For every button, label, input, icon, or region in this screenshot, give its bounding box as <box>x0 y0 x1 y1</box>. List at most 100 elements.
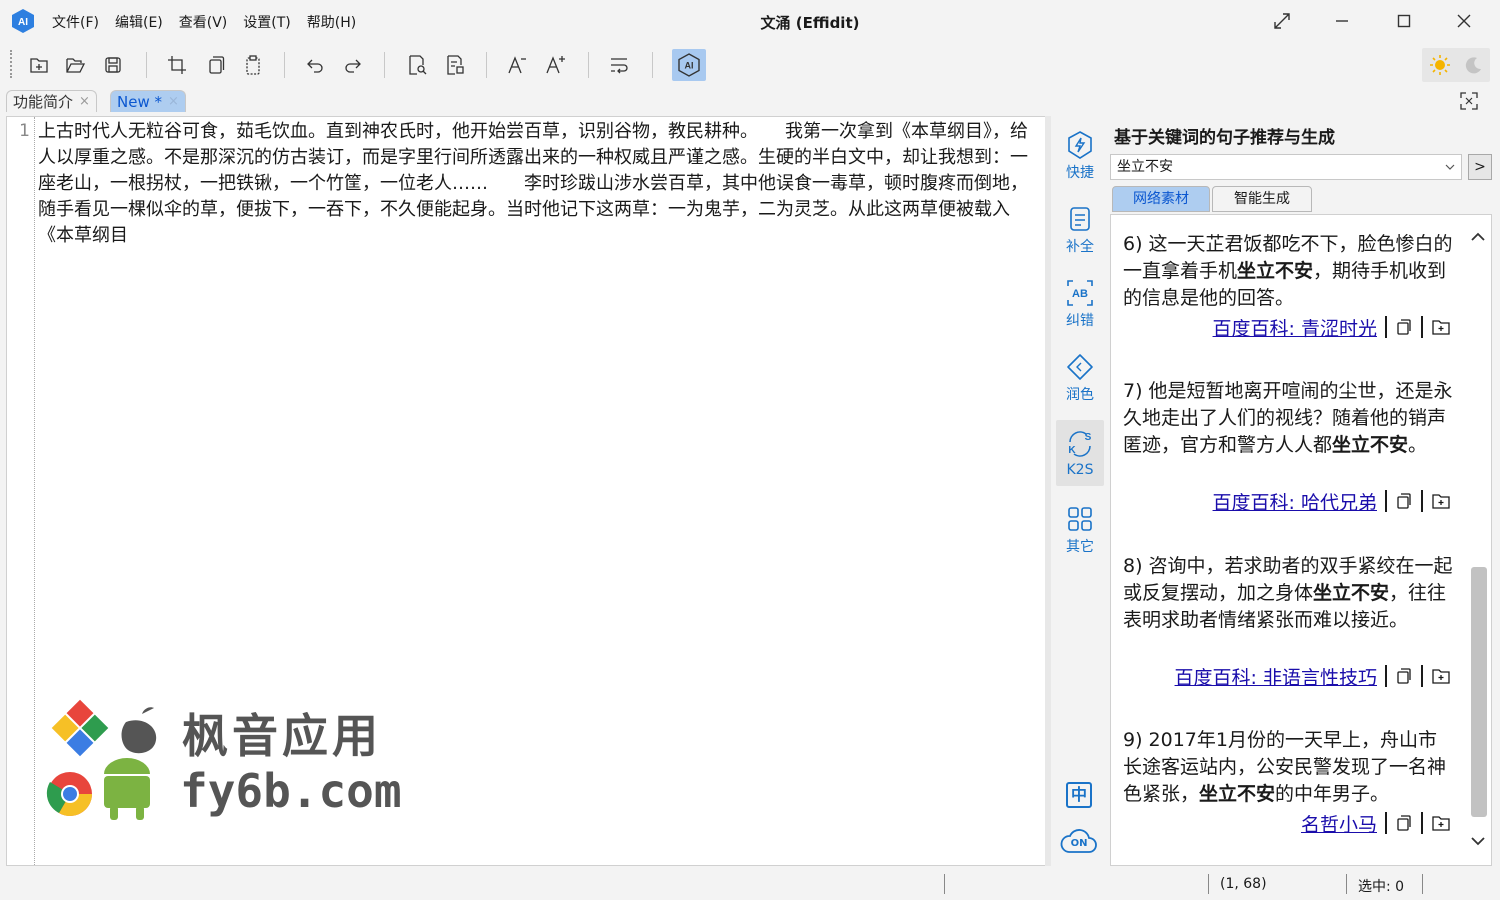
cloud-status: ON <box>1070 838 1088 849</box>
save-button[interactable] <box>98 50 128 80</box>
document-tabs: 功能简介 × New * × <box>0 88 1500 114</box>
results-scrollbar[interactable] <box>1467 215 1489 865</box>
tab-web-material[interactable]: 网络素材 <box>1112 186 1210 212</box>
save-icon <box>105 57 121 73</box>
paste-icon <box>246 55 260 75</box>
copy-icon[interactable] <box>1395 318 1413 336</box>
copy-icon[interactable] <box>1395 814 1413 832</box>
keyword-select[interactable]: 坐立不安 <box>1110 154 1462 180</box>
rail-other-button[interactable]: 其它 <box>1056 496 1104 560</box>
font-increase-icon <box>546 56 565 74</box>
tab-intro[interactable]: 功能简介 × <box>6 90 97 112</box>
copy-icon[interactable] <box>1395 492 1413 510</box>
add-to-folder-icon[interactable] <box>1431 492 1451 510</box>
redo-button[interactable] <box>338 50 368 80</box>
rail-correct-button[interactable]: AB 纠错 <box>1056 270 1104 334</box>
menu-view[interactable]: 查看(V) <box>179 12 228 32</box>
rail-polish-label: 润色 <box>1066 387 1094 403</box>
minimize-button[interactable] <box>1322 6 1362 36</box>
copy-button[interactable] <box>200 50 230 80</box>
editor-scrollbar[interactable] <box>1045 116 1051 866</box>
close-window-button[interactable] <box>1444 6 1484 36</box>
keyword-highlight: 坐立不安 <box>1332 434 1409 456</box>
language-toggle[interactable]: 中 <box>1066 782 1092 808</box>
scroll-thumb[interactable] <box>1471 567 1487 817</box>
add-to-folder-icon[interactable] <box>1431 318 1451 336</box>
cursor-position: (1, 68) <box>1220 876 1267 892</box>
source-link[interactable]: 百度百科: 青涩时光 <box>1213 314 1377 341</box>
cut-button[interactable] <box>162 50 192 80</box>
font-decrease-icon <box>508 56 526 74</box>
keyword-highlight: 坐立不安 <box>1199 783 1276 805</box>
new-file-icon <box>30 58 48 73</box>
copy-icon[interactable] <box>1395 667 1413 685</box>
source-link[interactable]: 百度百科: 非语言性技巧 <box>1175 663 1377 690</box>
rail-quick-label: 快捷 <box>1066 165 1094 181</box>
add-to-folder-icon[interactable] <box>1431 667 1451 685</box>
keyword-highlight: 坐立不安 <box>1313 582 1390 604</box>
maximize-icon <box>1397 14 1411 28</box>
collapse-panel-icon[interactable] <box>1458 90 1480 112</box>
scroll-down-icon[interactable] <box>1470 833 1486 849</box>
fullscreen-button[interactable] <box>1262 6 1302 36</box>
redo-icon <box>345 59 361 73</box>
toolbar-grip[interactable] <box>10 50 13 78</box>
rail-polish-button[interactable]: 润色 <box>1056 344 1104 408</box>
replace-button[interactable] <box>440 50 470 80</box>
svg-text:AB: AB <box>1072 288 1088 300</box>
status-bar: (1, 68) 选中: 0 <box>0 868 1500 900</box>
keyword-highlight: 坐立不安 <box>1237 260 1314 282</box>
tab-smart-generate[interactable]: 智能生成 <box>1212 186 1312 212</box>
find-icon <box>409 55 427 75</box>
svg-text:K: K <box>1068 445 1076 456</box>
maximize-button[interactable] <box>1384 6 1424 36</box>
add-to-folder-icon[interactable] <box>1431 814 1451 832</box>
moon-icon[interactable] <box>1464 55 1484 75</box>
source-link[interactable]: 百度百科: 哈代兄弟 <box>1213 488 1377 515</box>
menu-settings[interactable]: 设置(T) <box>243 12 290 32</box>
rail-quick-button[interactable]: 快捷 <box>1056 122 1104 186</box>
word-wrap-button[interactable] <box>604 50 634 80</box>
theme-toggle[interactable] <box>1422 48 1490 82</box>
increase-font-button[interactable] <box>540 50 570 80</box>
tab-close-icon[interactable]: × <box>168 94 179 109</box>
paste-button[interactable] <box>238 50 268 80</box>
svg-text:AI: AI <box>18 17 28 28</box>
new-file-button[interactable] <box>24 50 54 80</box>
open-file-button[interactable] <box>60 50 90 80</box>
menu-help[interactable]: 帮助(H) <box>307 12 356 32</box>
app-logo-icon: AI <box>12 9 34 33</box>
result-source-row: 百度百科: 青涩时光 <box>1213 314 1451 340</box>
rail-complete-button[interactable]: 补全 <box>1056 196 1104 260</box>
source-link[interactable]: 名哲小马 <box>1301 810 1377 837</box>
tab-label: New * <box>117 92 162 111</box>
decrease-font-button[interactable] <box>502 50 532 80</box>
undo-button[interactable] <box>300 50 330 80</box>
find-button[interactable] <box>402 50 432 80</box>
replace-icon <box>447 55 464 75</box>
menu-edit[interactable]: 编辑(E) <box>115 12 163 32</box>
tab-close-icon[interactable]: × <box>79 94 90 109</box>
sun-icon[interactable] <box>1429 54 1451 76</box>
line-gutter: 1 <box>7 117 35 865</box>
cloud-toggle[interactable]: ON <box>1060 826 1098 856</box>
ai-assist-button[interactable]: AI <box>672 49 706 81</box>
grid-icon <box>1068 507 1092 531</box>
result-item-7: 7) 他是短暂地离开喧闹的尘世，还是永久地走出了人们的视线？随着他的销声匿迹，官… <box>1123 380 1453 456</box>
tab-label: 功能简介 <box>13 93 74 111</box>
close-icon <box>1457 14 1471 28</box>
watermark-text-url: fy6b.com <box>180 764 402 818</box>
tab-new[interactable]: New * × <box>110 90 186 112</box>
watermark-text-cn: 枫音应用 <box>182 709 382 763</box>
expand-arrows-icon <box>1274 13 1290 29</box>
k2s-panel: 基于关键词的句子推荐与生成 坐立不安 > 网络素材 智能生成 6) 这一天芷君饭… <box>1108 116 1492 866</box>
result-item-6: 6) 这一天芷君饭都吃不下，脸色惨白的一直拿着手机坐立不安，期待手机收到的信息是… <box>1123 233 1453 309</box>
wrap-icon <box>611 58 628 74</box>
menu-file[interactable]: 文件(F) <box>52 12 99 32</box>
title-bar: AI 文件(F) 编辑(E) 查看(V) 设置(T) 帮助(H) 文涌 (Eff… <box>0 0 1500 42</box>
editor-content[interactable]: 上古时代人无粒谷可食，茹毛饮血。直到神农氏时，他开始尝百草，识别谷物，教民耕种。… <box>38 119 1043 249</box>
rail-k2s-button[interactable]: SK K2S <box>1056 420 1104 486</box>
generate-button[interactable]: > <box>1468 154 1492 180</box>
svg-text:AI: AI <box>685 61 694 71</box>
scroll-up-icon[interactable] <box>1470 229 1486 245</box>
